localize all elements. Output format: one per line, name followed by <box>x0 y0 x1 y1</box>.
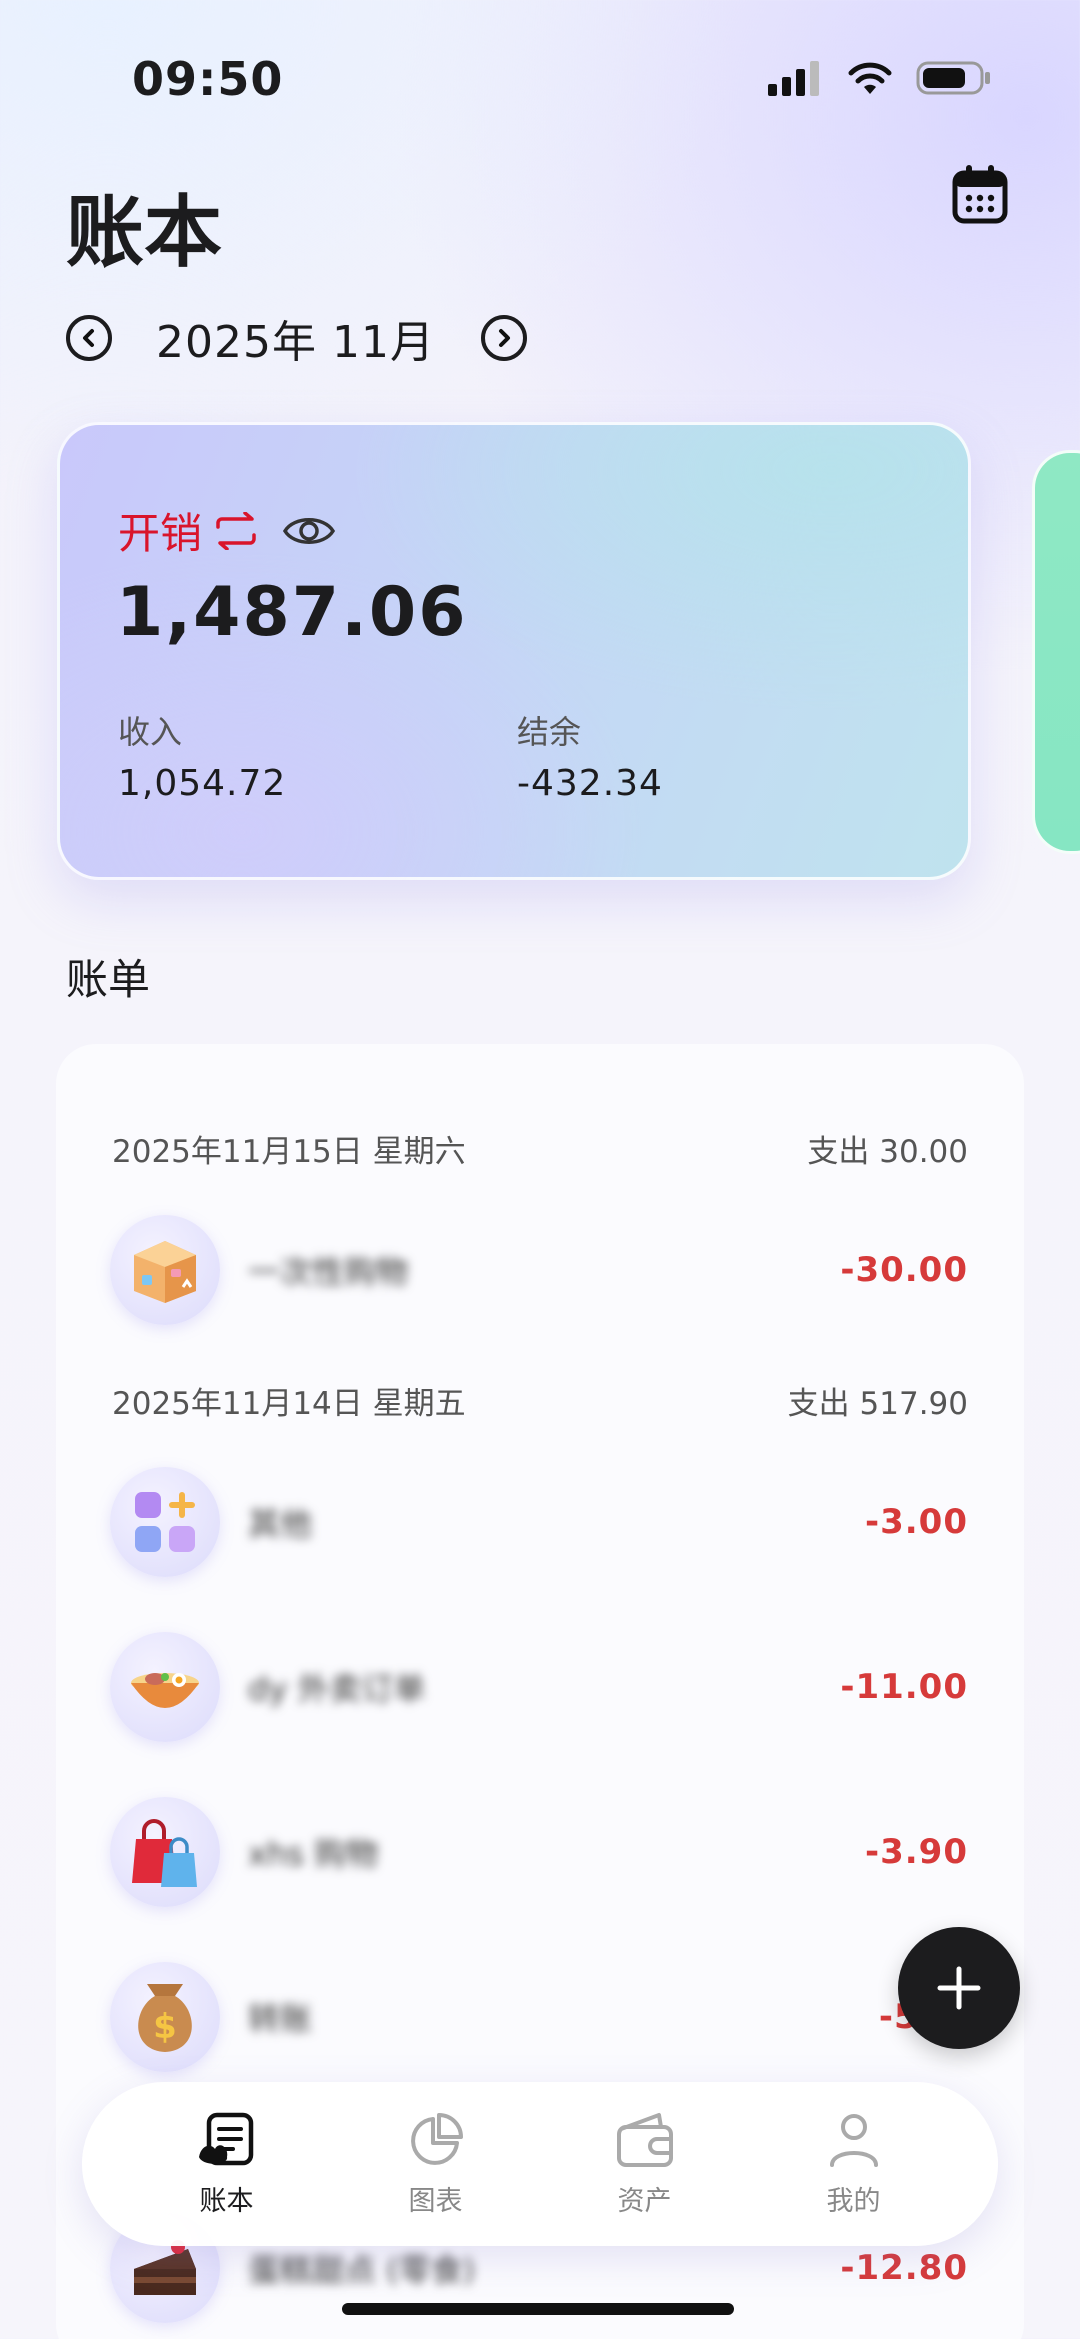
ledger-icon <box>198 2112 253 2165</box>
battery-icon <box>916 61 990 95</box>
wifi-icon <box>848 62 892 94</box>
bottom-tab-bar: 账本 图表 资产 我的 <box>82 2082 998 2246</box>
wallet-icon <box>616 2112 673 2167</box>
day-date: 2025年11月14日 星期五 <box>112 1386 466 1422</box>
home-indicator <box>342 2303 734 2315</box>
tab-label: 我的 <box>826 2185 881 2217</box>
bill-name: dy 外卖订单 <box>248 1670 426 1708</box>
bill-amount: -11.00 <box>840 1667 968 1707</box>
day-total: 支出 30.00 <box>807 1134 968 1170</box>
tab-charts[interactable]: 图表 <box>356 2111 516 2218</box>
income-label: 收入 <box>118 713 183 751</box>
category-icon-wrap: $ <box>110 1962 220 2072</box>
tab-label: 账本 <box>199 2185 254 2217</box>
next-summary-card[interactable] <box>1032 450 1080 854</box>
bill-name: xhs 购物 <box>248 1835 379 1873</box>
bill-row[interactable]: dy 外卖订单 -11.00 <box>110 1631 968 1743</box>
tab-label: 图表 <box>408 2185 463 2217</box>
summary-type-label: 开销 <box>118 509 203 558</box>
bill-name: 转账 <box>248 2000 313 2038</box>
income-value: 1,054.72 <box>118 763 287 804</box>
month-label[interactable]: 2025年 11月 <box>156 306 435 370</box>
eye-icon[interactable] <box>282 512 336 550</box>
bill-row[interactable]: 一次性购物 -30.00 <box>110 1214 968 1326</box>
category-icon-wrap <box>110 1467 220 1577</box>
category-icon-wrap <box>110 1632 220 1742</box>
bill-row[interactable]: $ 转账 -500 <box>110 1961 968 2073</box>
chevron-right-icon <box>498 329 510 347</box>
bill-row[interactable]: xhs 购物 -3.90 <box>110 1796 968 1908</box>
day-date: 2025年11月15日 星期六 <box>112 1134 466 1170</box>
summary-amount: 1,487.06 <box>116 573 468 652</box>
day-header: 2025年11月14日 星期五 支出 517.90 <box>112 1378 968 1423</box>
add-bill-button[interactable] <box>898 1927 1020 2049</box>
page-title: 账本 <box>66 188 223 278</box>
summary-card[interactable]: 开销 1,487.06 收入 1,054.72 结余 -432.34 <box>57 422 971 880</box>
status-time: 09:50 <box>132 52 284 106</box>
bill-amount: -12.80 <box>840 2248 968 2288</box>
swap-icon[interactable] <box>214 511 258 550</box>
balance-label: 结余 <box>517 713 582 751</box>
pie-chart-icon <box>410 2112 463 2165</box>
plus-icon <box>937 1966 981 2010</box>
shopping-bag-icon <box>132 1819 197 1887</box>
status-icons <box>768 60 992 96</box>
money-bag-icon: $ <box>138 1984 192 2052</box>
bill-amount: -3.00 <box>865 1502 968 1542</box>
bill-name: 一次性购物 <box>248 1253 409 1291</box>
tab-assets[interactable]: 资产 <box>565 2111 725 2218</box>
tab-label: 资产 <box>617 2185 672 2217</box>
prev-month-button[interactable] <box>66 315 112 361</box>
category-icon-wrap <box>110 1797 220 1907</box>
balance-value: -432.34 <box>517 763 663 804</box>
status-bar: 09:50 <box>0 0 1080 150</box>
next-month-button[interactable] <box>480 315 527 361</box>
month-navigator: 2025年 11月 <box>66 310 527 368</box>
calendar-icon <box>952 165 1008 224</box>
person-icon <box>829 2113 878 2167</box>
chevron-left-icon <box>83 329 94 347</box>
apps-icon <box>135 1492 195 1552</box>
day-header: 2025年11月15日 星期六 支出 30.00 <box>112 1126 968 1171</box>
package-icon <box>134 1241 196 1303</box>
summary-type-toggle[interactable]: 开销 <box>118 500 336 561</box>
signal-icon <box>768 61 819 96</box>
bills-section-title: 账单 <box>66 955 151 1004</box>
noodle-bowl-icon <box>131 1673 199 1708</box>
calendar-button[interactable] <box>952 164 1008 224</box>
bill-name: 蛋糕甜点 (零食) <box>248 2251 476 2289</box>
day-total: 支出 517.90 <box>787 1386 968 1422</box>
bill-row[interactable]: 其他 -3.00 <box>110 1466 968 1578</box>
tab-ledger[interactable]: 账本 <box>147 2111 307 2218</box>
tab-profile[interactable]: 我的 <box>774 2111 934 2218</box>
bill-name: 其他 <box>248 1505 313 1543</box>
bill-amount: -3.90 <box>865 1832 968 1872</box>
category-icon-wrap <box>110 1215 220 1325</box>
svg-text:$: $ <box>153 2007 177 2047</box>
bill-amount: -30.00 <box>840 1250 968 1290</box>
